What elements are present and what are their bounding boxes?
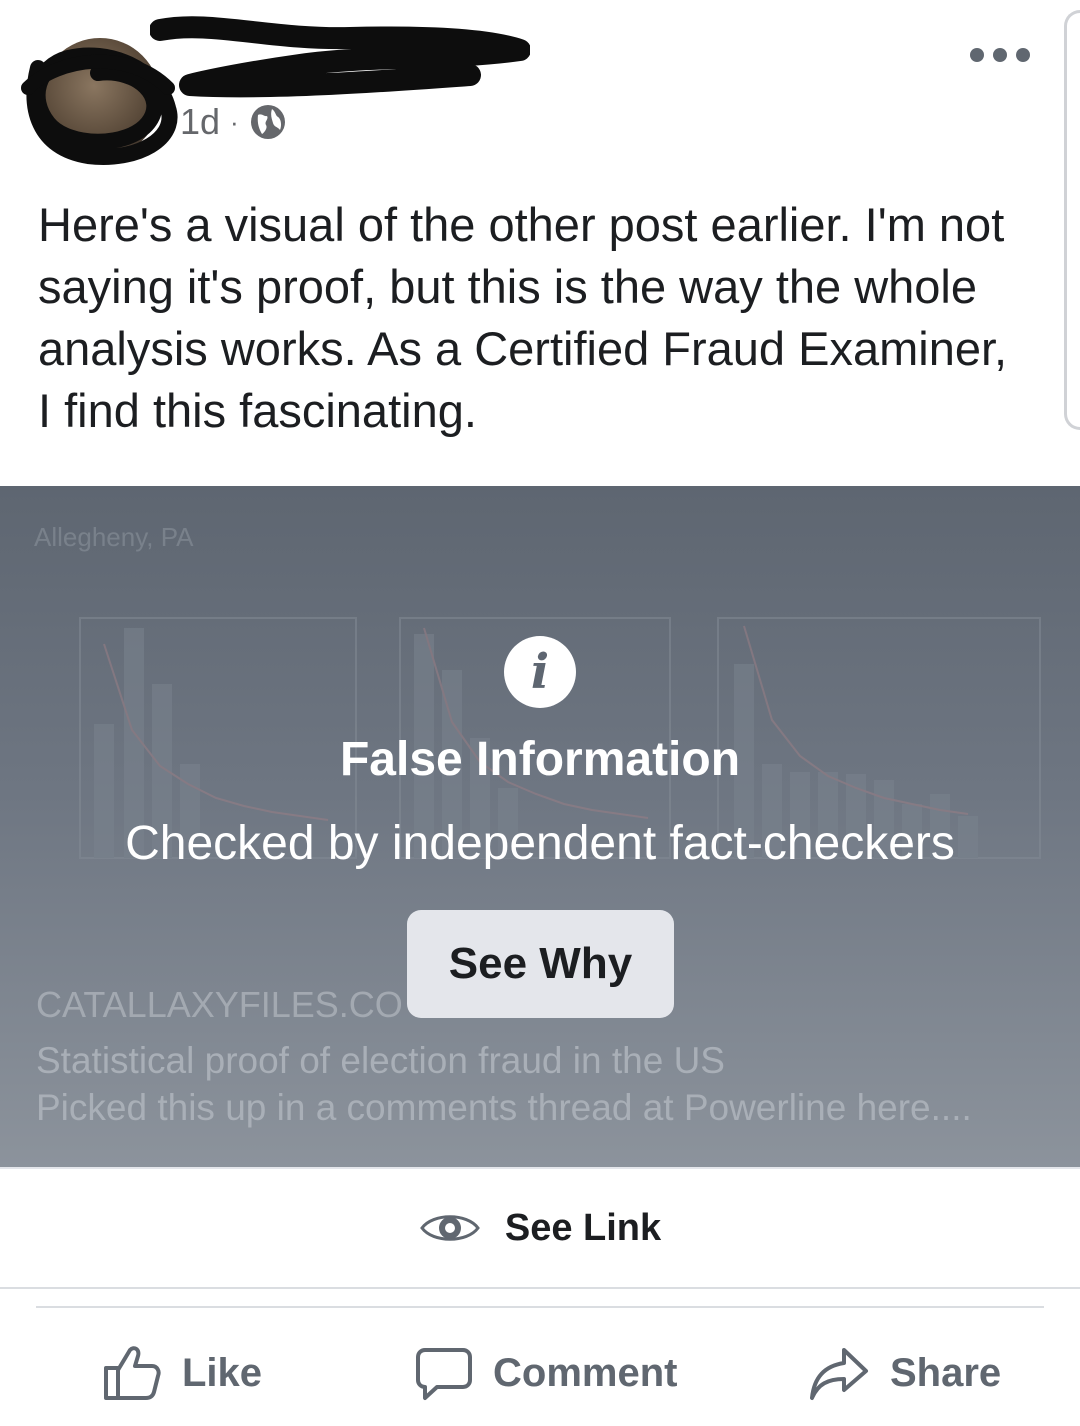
post-header: 1d · — [0, 0, 1080, 430]
more-options-button[interactable] — [970, 38, 1030, 72]
share-arrow-icon — [810, 1348, 868, 1400]
fact-check-subtitle: Checked by independent fact-checkers — [125, 817, 955, 870]
post-text: Here's a visual of the other post earlie… — [38, 194, 1048, 442]
redaction-scribble-name — [150, 16, 530, 98]
see-link-button[interactable]: See Link — [0, 1167, 1080, 1289]
thumbs-up-icon — [104, 1346, 161, 1400]
share-label: Share — [890, 1350, 1002, 1395]
see-why-button[interactable]: See Why — [407, 910, 674, 1018]
like-button[interactable]: Like — [102, 1320, 262, 1426]
post-timestamp[interactable]: 1d — [180, 101, 220, 143]
comment-bubble-icon — [416, 1348, 472, 1400]
link-preview-card[interactable]: Allegheny, PA CATALLAXYFILES.CO Statisti… — [0, 486, 1080, 1167]
eye-icon — [419, 1215, 480, 1241]
info-icon: i — [504, 636, 576, 708]
fact-check-title: False Information — [339, 733, 741, 786]
side-panel-edge — [1064, 10, 1080, 430]
post-action-bar: Like Comment Share — [0, 1320, 1080, 1426]
fact-check-overlay: i False Information Checked by independe… — [0, 486, 1080, 1167]
comment-label: Comment — [493, 1350, 678, 1395]
globe-icon — [250, 105, 285, 139]
share-button[interactable]: Share — [808, 1320, 1001, 1426]
like-label: Like — [182, 1350, 263, 1395]
post-text-line: Here's a visual of the other post earlie… — [38, 198, 1005, 251]
comment-button[interactable]: Comment — [415, 1320, 677, 1426]
post-text-line: saying it's proof, but this is the way t… — [38, 260, 978, 313]
meta-separator: · — [230, 106, 239, 137]
divider — [36, 1306, 1044, 1308]
post-meta: 1d · — [180, 100, 287, 144]
post-text-line: analysis works. As a Certified Fraud Exa… — [38, 322, 1008, 375]
post-text-line: I find this fascinating. — [38, 384, 477, 437]
more-dots-icon — [970, 48, 984, 62]
see-link-label: See Link — [504, 1206, 662, 1249]
